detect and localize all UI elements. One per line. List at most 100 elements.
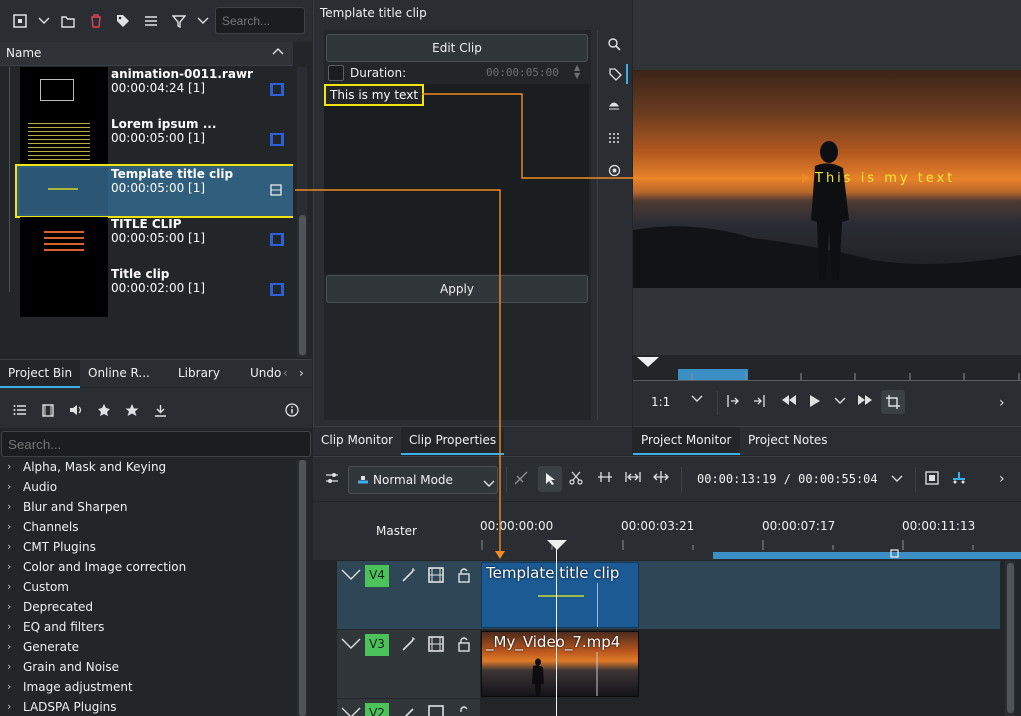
effect-category[interactable]: › Grain and Noise [0, 658, 293, 678]
rewind-icon[interactable] [781, 394, 797, 406]
timeline-clip[interactable]: Template title clip [481, 562, 639, 628]
track-lane-v4[interactable]: Template title clip [480, 561, 1000, 629]
monitor-ruler[interactable] [633, 355, 1021, 381]
spacer-tool-icon[interactable] [514, 471, 528, 485]
download-icon[interactable] [150, 400, 170, 420]
apply-button[interactable]: Apply [326, 275, 588, 303]
effect-category[interactable]: › Deprecated [0, 598, 293, 618]
tab-project-bin[interactable]: Project Bin [0, 360, 81, 388]
track-lane-v3[interactable]: _My_Video_7.mp4 [480, 630, 1000, 698]
scroll-left-icon[interactable]: ‹ [283, 366, 288, 380]
list-icon[interactable] [10, 400, 30, 420]
favorite-star-icon[interactable] [122, 400, 142, 420]
edit-mode-select[interactable]: Normal Mode [348, 466, 498, 494]
timeline-playhead[interactable] [556, 548, 557, 716]
add-clip-icon[interactable] [10, 11, 30, 31]
bin-clip-row[interactable]: Lorem ipsum ... 00:00:05:00 [1] [0, 117, 293, 167]
monitor-video-frame[interactable]: This is my text [633, 70, 1021, 288]
effect-category[interactable]: › Generate [0, 638, 293, 658]
add-folder-icon[interactable] [58, 11, 78, 31]
lock-icon[interactable] [454, 634, 474, 654]
collapse-track-icon[interactable] [341, 707, 361, 716]
zoom-fit-icon[interactable] [925, 471, 939, 485]
bin-clip-row[interactable]: TITLE CLIP 00:00:05:00 [1] [0, 217, 293, 267]
effect-category[interactable]: › Blur and Sharpen [0, 498, 293, 518]
track-header-v2[interactable]: V2 [337, 699, 480, 716]
timecode-display[interactable]: 00:00:13:19 / 00:00:55:04 [697, 472, 878, 486]
chevron-down-icon[interactable] [193, 11, 213, 31]
text-content-area[interactable]: This is my text [324, 84, 589, 274]
tag-icon[interactable] [604, 64, 628, 84]
bin-search-input[interactable] [215, 7, 305, 34]
track-label[interactable]: V4 [365, 565, 389, 587]
timeline-clip[interactable]: _My_Video_7.mp4 [481, 631, 639, 697]
tab-library[interactable]: Library [170, 360, 228, 388]
track-label[interactable]: V2 [365, 703, 389, 716]
filter-icon[interactable] [169, 11, 189, 31]
effect-category[interactable]: › LADSPA Plugins [0, 698, 293, 716]
bin-clip-row[interactable]: Title clip 00:00:02:00 [1] [0, 267, 293, 317]
grid-dots-icon[interactable] [604, 128, 624, 148]
bin-clip-row-selected[interactable]: Template title clip 00:00:05:00 [1] [15, 164, 293, 218]
audio-effects-icon[interactable] [66, 400, 86, 420]
lock-icon[interactable] [454, 703, 474, 716]
effect-category[interactable]: › EQ and filters [0, 618, 293, 638]
set-out-point-icon[interactable] [753, 394, 767, 408]
effect-category[interactable]: › Image adjustment [0, 678, 293, 698]
tag-icon[interactable] [113, 11, 133, 31]
zoom-select[interactable]: 1:1 [651, 395, 670, 409]
tab-clip-properties[interactable]: Clip Properties [401, 427, 505, 455]
effects-scrollbar[interactable] [297, 460, 307, 716]
duration-value-field[interactable]: 00:00:05:00 [486, 66, 559, 79]
chevron-down-icon[interactable] [34, 11, 54, 31]
track-header-v3[interactable]: V3 [337, 630, 480, 698]
delete-icon[interactable] [86, 11, 106, 31]
chevron-right-icon[interactable]: › [999, 395, 1005, 411]
edit-clip-button[interactable]: Edit Clip [326, 34, 588, 62]
set-in-point-icon[interactable] [725, 394, 739, 408]
track-label[interactable]: V3 [365, 634, 389, 656]
search-icon[interactable] [604, 34, 624, 54]
timeline-settings-icon[interactable] [325, 472, 339, 484]
list-view-icon[interactable] [141, 11, 161, 31]
film-icon[interactable] [426, 565, 446, 585]
tab-online-resources[interactable]: Online R... [80, 360, 158, 388]
slip-tool-icon[interactable] [597, 471, 613, 483]
snap-icon[interactable] [951, 471, 967, 485]
chevron-down-icon[interactable] [834, 397, 846, 405]
fast-forward-icon[interactable] [857, 394, 873, 406]
collapse-track-icon[interactable] [341, 569, 361, 581]
duration-checkbox[interactable] [328, 65, 344, 81]
slide-tool-icon[interactable] [625, 471, 641, 483]
timeline-scrollbar[interactable] [1005, 561, 1015, 716]
collapse-track-icon[interactable] [341, 638, 361, 650]
track-lane-v2[interactable] [480, 699, 1000, 716]
film-icon[interactable] [426, 634, 446, 654]
effect-category[interactable]: › Audio [0, 478, 293, 498]
chevron-down-icon[interactable] [691, 395, 703, 403]
crop-icon[interactable] [881, 390, 905, 414]
chevron-down-icon[interactable] [891, 475, 903, 483]
effect-category[interactable]: › Custom [0, 578, 293, 598]
effects-search-input[interactable] [1, 431, 311, 457]
select-tool-icon[interactable] [538, 466, 562, 492]
bin-scrollbar[interactable] [297, 67, 307, 357]
tab-project-monitor[interactable]: Project Monitor [633, 427, 740, 455]
lock-icon[interactable] [454, 565, 474, 585]
effect-category[interactable]: › Alpha, Mask and Keying [0, 458, 293, 478]
film-icon[interactable] [426, 703, 446, 716]
chevron-up-icon[interactable] [272, 47, 284, 55]
chevron-right-icon[interactable]: › [999, 471, 1005, 487]
effects-wand-icon[interactable] [399, 703, 419, 716]
scroll-right-icon[interactable]: › [299, 366, 304, 380]
timeline-ruler[interactable]: Master 00:00:00:00 00:00:03:21 00:00:07:… [313, 502, 1021, 560]
text-value-field[interactable]: This is my text [324, 84, 425, 106]
effect-category[interactable]: › Channels [0, 518, 293, 538]
effects-wand-icon[interactable] [399, 634, 419, 654]
multicam-tool-icon[interactable] [653, 471, 669, 483]
marker-icon[interactable] [604, 96, 624, 116]
tab-clip-monitor[interactable]: Clip Monitor [313, 427, 401, 455]
spin-arrows-icon[interactable]: ▲ ▼ [574, 64, 580, 80]
bin-column-header[interactable]: Name [0, 42, 293, 66]
bin-clip-row[interactable]: animation-0011.rawr 00:00:04:24 [1] [0, 67, 293, 117]
